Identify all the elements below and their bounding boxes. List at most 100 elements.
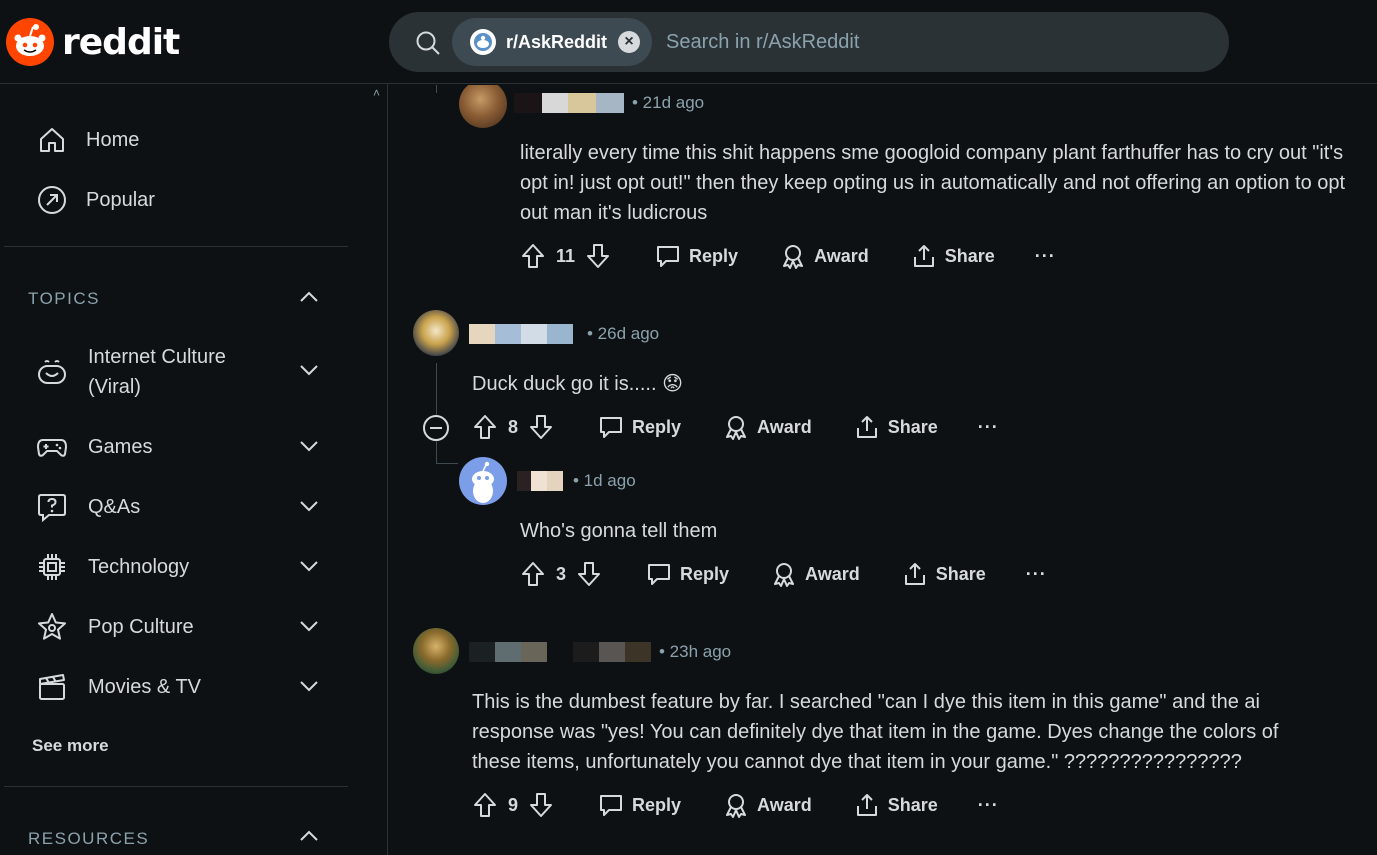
chevron-down-icon[interactable] [298,679,320,693]
user-avatar[interactable] [413,628,459,674]
thread-line [436,363,437,415]
chevron-down-icon[interactable] [298,363,320,377]
vote-group: 3 [520,561,602,587]
redacted-block [542,93,568,113]
topic-pop-culture[interactable]: Pop Culture [36,611,326,643]
thread-line [436,441,437,463]
downvote-icon[interactable] [528,414,554,440]
award-icon [726,416,747,440]
sidebar-item-label: Home [86,128,140,151]
reply-button[interactable]: Reply [646,561,729,587]
redacted-username[interactable] [514,93,542,113]
reply-label: Reply [680,563,730,584]
subreddit-avatar-icon [470,29,496,55]
comment-meta: • 21d ago [514,93,704,113]
share-button[interactable]: Share [854,792,938,818]
redacted-block [521,642,547,662]
award-button[interactable]: Award [723,414,812,440]
more-options-icon[interactable]: ··· [978,795,999,816]
share-icon [856,794,877,816]
worried-emoji-icon: 😟 [662,373,683,395]
user-avatar[interactable] [459,85,507,128]
award-icon [774,563,795,587]
comment-body: literally every time this shit happens s… [520,142,1346,224]
comment-age: • 26d ago [587,324,660,343]
search-icon [416,31,440,55]
upvote-icon[interactable] [472,414,498,440]
award-button[interactable]: Award [780,243,869,269]
search-bar[interactable]: r/AskReddit × Search in r/AskReddit [389,12,1229,72]
comment-actions: 3 Reply Award Share ··· [520,561,1047,587]
reply-bubble-icon [648,564,671,585]
topic-internet-culture[interactable]: Internet Culture (Viral) [36,342,326,402]
subreddit-filter-chip[interactable]: r/AskReddit × [452,18,652,66]
more-options-icon[interactable]: ··· [1035,246,1056,267]
topic-games[interactable]: Games [36,431,326,463]
search-input[interactable]: Search in r/AskReddit [666,31,859,54]
user-avatar[interactable] [413,310,459,356]
more-options-icon[interactable]: ··· [1026,564,1047,585]
see-more-link[interactable]: See more [32,736,109,756]
vote-count: 3 [556,563,567,584]
award-button[interactable]: Award [723,792,812,818]
reply-bubble-icon [600,417,623,438]
sidebar-item-popular[interactable]: Popular [36,184,155,216]
chevron-down-icon[interactable] [298,439,320,453]
vote-group: 8 [472,414,554,440]
comment-body: Duck duck go it is..... 😟 [472,369,1172,399]
share-button[interactable]: Share [902,561,986,587]
user-avatar[interactable] [459,457,507,505]
smile-face-icon [38,360,66,384]
redacted-block [568,93,596,113]
reply-button[interactable]: Reply [598,414,681,440]
upvote-icon[interactable] [520,561,546,587]
sidebar-item-home[interactable]: Home [36,124,139,156]
comment-actions: 11 Reply Award Share ··· [520,243,1056,269]
downvote-icon[interactable] [528,792,554,818]
redacted-block [547,324,573,344]
share-button[interactable]: Share [911,243,995,269]
star-icon [38,613,66,640]
redacted-username[interactable] [469,642,495,662]
topic-technology[interactable]: Technology [36,551,326,583]
scroll-up-icon[interactable]: ˄ [373,86,380,100]
chevron-up-icon[interactable] [298,290,320,304]
chevron-down-icon[interactable] [298,559,320,573]
reply-button[interactable]: Reply [655,243,738,269]
topics-heading[interactable]: TOPICS [28,289,100,309]
downvote-icon[interactable] [576,561,602,587]
award-icon [783,245,804,269]
clear-subreddit-icon[interactable]: × [618,31,640,53]
topic-movies-tv[interactable]: Movies & TV [36,671,326,703]
share-button[interactable]: Share [854,414,938,440]
redacted-block [495,642,521,662]
redacted-block [573,642,599,662]
share-icon [856,416,877,438]
resources-heading[interactable]: RESOURCES [28,829,149,849]
more-options-icon[interactable]: ··· [978,417,999,438]
comment-age: • 21d ago [632,93,705,112]
chevron-down-icon[interactable] [298,499,320,513]
upvote-icon[interactable] [472,792,498,818]
award-button[interactable]: Award [771,561,860,587]
chevron-down-icon[interactable] [298,619,320,633]
sidebar-divider [4,786,348,787]
default-snoo-avatar-icon [472,461,494,503]
reply-button[interactable]: Reply [598,792,681,818]
redacted-username[interactable] [517,471,531,491]
downvote-icon[interactable] [585,243,611,269]
chevron-up-icon[interactable] [298,829,320,843]
reply-label: Reply [632,416,682,437]
sidebar-divider [4,246,348,247]
upvote-icon[interactable] [520,243,546,269]
comment-actions: 8 Reply Award Share ··· [472,414,999,440]
redacted-block [531,471,547,491]
comment-age: • 1d ago [573,471,636,490]
collapse-thread-button[interactable] [423,415,449,441]
redacted-username[interactable] [469,324,495,344]
redacted-block [495,324,521,344]
comment-body: This is the dumbest feature by far. I se… [472,691,1279,773]
topic-qas[interactable]: Q&As [36,491,326,523]
redacted-block [547,642,573,662]
reddit-logo[interactable]: reddit [6,18,180,66]
